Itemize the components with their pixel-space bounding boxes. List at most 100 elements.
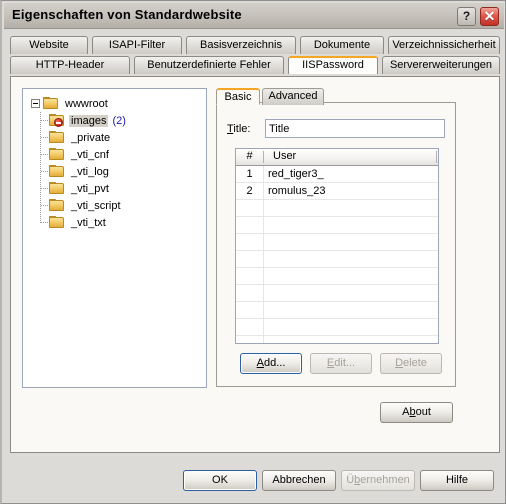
user-name-cell: red_tiger3_	[268, 168, 324, 180]
tab-servererweiterungen[interactable]: Servererweiterungen	[382, 56, 500, 74]
title-label: Title:	[227, 123, 251, 135]
close-icon: ✕	[483, 8, 496, 24]
iispassword-tab-panel: wwwroot images (2) _private _vti_cnf _vti_log…	[10, 76, 500, 453]
cell-divider	[263, 268, 264, 284]
table-row-empty[interactable]	[236, 200, 438, 217]
tab-benutzerdefinierte-fehler[interactable]: Benutzerdefinierte Fehler	[134, 56, 284, 74]
table-row-empty[interactable]	[236, 268, 438, 285]
tab-iispassword[interactable]: IISPassword	[288, 56, 378, 74]
tab-basisverzeichnis[interactable]: Basisverzeichnis	[186, 36, 296, 54]
tree-node-root[interactable]: wwwroot	[31, 95, 110, 112]
grid-column-header[interactable]: User	[268, 149, 436, 165]
tab-dokumente[interactable]: Dokumente	[300, 36, 384, 54]
add-button[interactable]: Add...	[240, 353, 302, 374]
delete-button[interactable]: Delete	[380, 353, 442, 374]
inner-tab-basic[interactable]: Basic	[216, 88, 260, 105]
tree-node-count: (2)	[112, 114, 126, 127]
close-button[interactable]: ✕	[480, 7, 499, 26]
cell-divider	[263, 234, 264, 250]
window-title: Eigenschaften von Standardwebsite	[12, 7, 242, 22]
title-bar: Eigenschaften von Standardwebsite ? ✕	[4, 3, 504, 29]
tree-node-vti_log[interactable]: _vti_log	[49, 163, 111, 180]
inner-tab-advanced[interactable]: Advanced	[262, 88, 324, 105]
folder-icon	[49, 131, 65, 144]
row-index-cell: 1	[246, 168, 253, 180]
table-row-empty[interactable]	[236, 319, 438, 336]
tab-label: Basisverzeichnis	[200, 39, 282, 51]
cell-divider	[263, 217, 264, 233]
tab-label: Servererweiterungen	[389, 59, 493, 71]
tree-connector-line	[41, 205, 49, 206]
dialog-button-bar: OK Abbrechen Übernehmen Hilfe	[2, 461, 506, 503]
folder-icon	[49, 216, 65, 229]
cell-divider	[263, 319, 264, 335]
inner-tab-label: Advanced	[268, 90, 318, 102]
tab-label: ISAPI-Filter	[108, 39, 166, 51]
inner-tab-label: Basic	[224, 91, 252, 103]
tree-node-label: _private	[71, 131, 111, 144]
cell-divider	[263, 200, 264, 216]
properties-dialog-window: Eigenschaften von Standardwebsite ? ✕ We…	[0, 0, 506, 504]
collapse-expander-icon[interactable]	[31, 99, 40, 108]
tab-label: Verzeichnissicherheit	[392, 39, 496, 51]
tree-connector-line	[41, 222, 49, 223]
tree-node-images[interactable]: images (2)	[49, 112, 126, 129]
tree-node-label: _vti_cnf	[71, 148, 109, 161]
cell-divider	[263, 251, 264, 267]
cancel-button[interactable]: Abbrechen	[262, 470, 336, 491]
deny-badge-icon	[54, 118, 63, 127]
row-index-cell: 2	[246, 185, 253, 197]
user-list-grid[interactable]: # User 1 red_tiger3_ 2 romulus_23	[235, 148, 439, 344]
tab-isapi-filter[interactable]: ISAPI-Filter	[92, 36, 182, 54]
property-sheet-tabs: Website ISAPI-Filter Basisverzeichnis Dokum…	[10, 34, 500, 77]
tree-node-label: _vti_script	[71, 199, 121, 212]
table-row-empty[interactable]	[236, 234, 438, 251]
folder-tree-panel[interactable]: wwwroot images (2) _private _vti_cnf _vti_log…	[22, 88, 207, 388]
table-row-empty[interactable]	[236, 217, 438, 234]
cell-divider	[263, 285, 264, 301]
apply-button[interactable]: Übernehmen	[341, 470, 415, 491]
column-divider[interactable]	[436, 151, 437, 163]
help-button[interactable]: Hilfe	[420, 470, 494, 491]
cell-divider	[263, 166, 264, 182]
user-name-cell: romulus_23	[268, 185, 326, 197]
table-row-empty[interactable]	[236, 251, 438, 268]
tab-label: Dokumente	[313, 39, 371, 51]
grid-header-row: # User	[236, 149, 438, 166]
tab-http-header[interactable]: HTTP-Header	[10, 56, 130, 74]
tree-connector-line	[41, 188, 49, 189]
tree-node-label: _vti_pvt	[71, 182, 109, 195]
question-mark-glyph: ?	[462, 9, 471, 23]
tab-website[interactable]: Website	[10, 36, 88, 54]
table-row-empty[interactable]	[236, 285, 438, 302]
cell-divider	[263, 336, 264, 343]
tab-label: Benutzerdefinierte Fehler	[147, 59, 271, 71]
tab-verzeichnissicherheit[interactable]: Verzeichnissicherheit	[388, 36, 500, 54]
ok-button[interactable]: OK	[183, 470, 257, 491]
folder-icon	[49, 165, 65, 178]
help-question-icon[interactable]: ?	[457, 7, 476, 26]
tree-node-vti_pvt[interactable]: _vti_pvt	[49, 180, 111, 197]
about-button[interactable]: About	[380, 402, 453, 423]
table-row-empty[interactable]	[236, 336, 438, 343]
title-input[interactable]	[265, 119, 445, 138]
folder-icon	[43, 97, 59, 110]
table-row[interactable]: 1 red_tiger3_	[236, 166, 438, 183]
tree-node-vti_script[interactable]: _vti_script	[49, 197, 123, 214]
tab-label: HTTP-Header	[35, 59, 105, 71]
table-row[interactable]: 2 romulus_23	[236, 183, 438, 200]
tree-node-vti_cnf[interactable]: _vti_cnf	[49, 146, 111, 163]
tree-connector-line	[41, 137, 49, 138]
tree-node-label: images	[69, 114, 109, 127]
table-row-empty[interactable]	[236, 302, 438, 319]
edit-button[interactable]: Edit...	[310, 353, 372, 374]
column-divider[interactable]	[263, 151, 264, 163]
tree-node-vti_txt[interactable]: _vti_txt	[49, 214, 108, 231]
cell-divider	[263, 302, 264, 318]
tree-node-private[interactable]: _private	[49, 129, 112, 146]
tree-connector-line	[41, 171, 49, 172]
tree-node-label: _vti_log	[71, 165, 109, 178]
folder-icon	[49, 148, 65, 161]
folder-icon	[49, 199, 65, 212]
grid-column-header[interactable]: #	[236, 149, 263, 165]
